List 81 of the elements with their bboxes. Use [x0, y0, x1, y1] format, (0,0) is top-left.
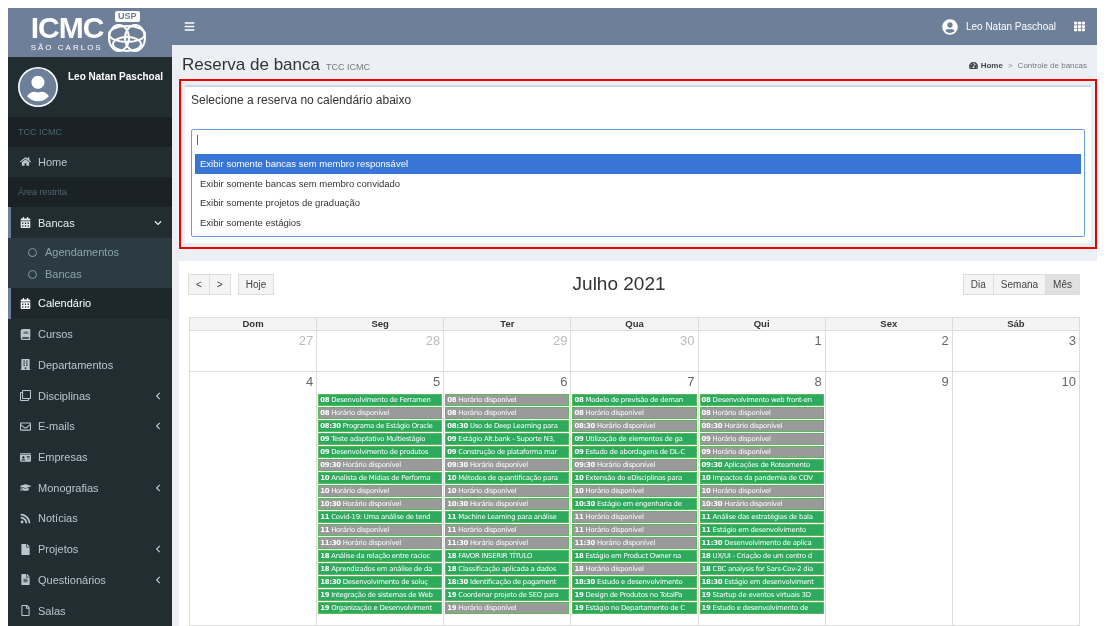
weekday-header: Ter	[444, 317, 572, 331]
today-button[interactable]: Hoje	[237, 273, 275, 295]
document-icon	[20, 574, 31, 586]
day-number: 8	[814, 373, 823, 391]
menu-icon[interactable]	[184, 21, 195, 32]
sidebar-subitem[interactable]: Agendamentos	[8, 241, 172, 264]
sidebar-item[interactable]: Cursos	[8, 318, 172, 350]
sidebar-item[interactable]: Departamentos	[8, 349, 172, 381]
sidebar-subitem[interactable]: Bancas	[8, 263, 172, 286]
day-number: 27	[298, 332, 315, 350]
topbar-user-name[interactable]: Leo Natan Paschoal	[965, 21, 1056, 32]
logo-title: ICMC	[30, 12, 104, 43]
page-subtitle: TCC ICMC	[326, 62, 370, 72]
rss-icon	[20, 512, 31, 524]
day-number: 28	[425, 332, 442, 350]
sidebar-item[interactable]: Monografias	[8, 472, 172, 504]
building-icon	[20, 359, 31, 371]
sidebar-item[interactable]: Projetos	[8, 533, 172, 565]
book-icon	[20, 328, 31, 340]
dropdown-option[interactable]: Exibir somente bancas sem membro responsável	[195, 154, 1081, 174]
day-number: 29	[552, 332, 569, 350]
clone-icon	[20, 390, 31, 402]
view-tab[interactable]: Dia	[962, 273, 994, 295]
logo-badge: USP	[115, 10, 140, 22]
chevron-left-icon	[154, 483, 162, 492]
filter-prompt: Selecione a reserva no calendário abaixo	[191, 93, 413, 107]
weekday-header: Qua	[571, 317, 699, 331]
home-icon	[20, 156, 31, 168]
card-icon	[20, 451, 31, 463]
grid-icon[interactable]	[1074, 21, 1085, 32]
chevron-left-icon	[154, 575, 162, 584]
day-number: 3	[1068, 332, 1077, 350]
sidebar-item[interactable]: Calendário	[8, 288, 172, 319]
sidebar-item[interactable]: Empresas	[8, 441, 172, 473]
day-number: 5	[433, 373, 442, 391]
chevron-left-icon	[154, 391, 162, 400]
chevron-down-icon	[154, 218, 162, 227]
weekday-header: Sex	[825, 317, 953, 331]
file-icon	[20, 543, 31, 555]
sidebar-section-header: Área restrita	[8, 177, 172, 208]
file-icon	[20, 605, 31, 617]
logo-subtitle: SÃO CARLOS	[30, 42, 103, 52]
day-number: 9	[941, 373, 950, 391]
weekday-header: Dom	[190, 317, 318, 331]
sidebar-section-header: TCC ICMC	[8, 116, 172, 147]
sidebar-item[interactable]: Home	[8, 146, 172, 178]
calendar-icon	[20, 217, 31, 229]
envelope-icon	[20, 420, 31, 432]
view-tab[interactable]: Mês	[1045, 273, 1080, 295]
day-number: 4	[305, 373, 315, 391]
day-number: 1	[814, 332, 823, 350]
weekday-header: Qui	[698, 317, 826, 331]
sidebar-item[interactable]: Questionários	[8, 564, 172, 596]
avatar	[18, 66, 58, 107]
chevron-left-icon	[154, 545, 162, 554]
breadcrumb-separator: >	[1007, 61, 1013, 70]
graduation-cap-icon	[20, 482, 31, 494]
next-button[interactable]: >	[208, 273, 231, 295]
chevron-left-icon	[154, 422, 162, 431]
sidebar-item[interactable]: E-mails	[8, 410, 172, 442]
sidebar-item[interactable]: Disciplinas	[8, 380, 172, 411]
day-number: 30	[680, 332, 696, 350]
breadcrumb-link[interactable]: Home	[968, 61, 1003, 70]
weekday-header: Sáb	[952, 317, 1080, 331]
calendar-icon	[20, 297, 31, 309]
previous-button[interactable]: <	[188, 273, 210, 295]
weekday-header: Seg	[317, 317, 445, 331]
view-tab[interactable]: Semana	[992, 273, 1047, 295]
calendar-title: Julho 2021	[572, 273, 666, 295]
sidebar-item[interactable]: Notícias	[8, 503, 172, 534]
avatar-icon	[941, 18, 958, 35]
breadcrumb-item: Controle de bancas	[1017, 61, 1087, 70]
page-title: Reserva de banca	[182, 55, 320, 75]
day-number: 10	[1061, 373, 1077, 391]
dashboard-icon	[968, 61, 978, 70]
day-number: 7	[687, 373, 696, 391]
filter-select[interactable]: | Exibir somente bancas sem membro responsável Exibir somente bancas sem membro convidado Exibir somente projetos de graduação Exibir somente estágios	[191, 129, 1085, 237]
user-name: Leo Natan Paschoal	[68, 70, 164, 82]
day-number: 6	[560, 373, 569, 391]
day-number: 2	[941, 332, 950, 350]
sidebar-item[interactable]: Salas	[8, 595, 172, 626]
